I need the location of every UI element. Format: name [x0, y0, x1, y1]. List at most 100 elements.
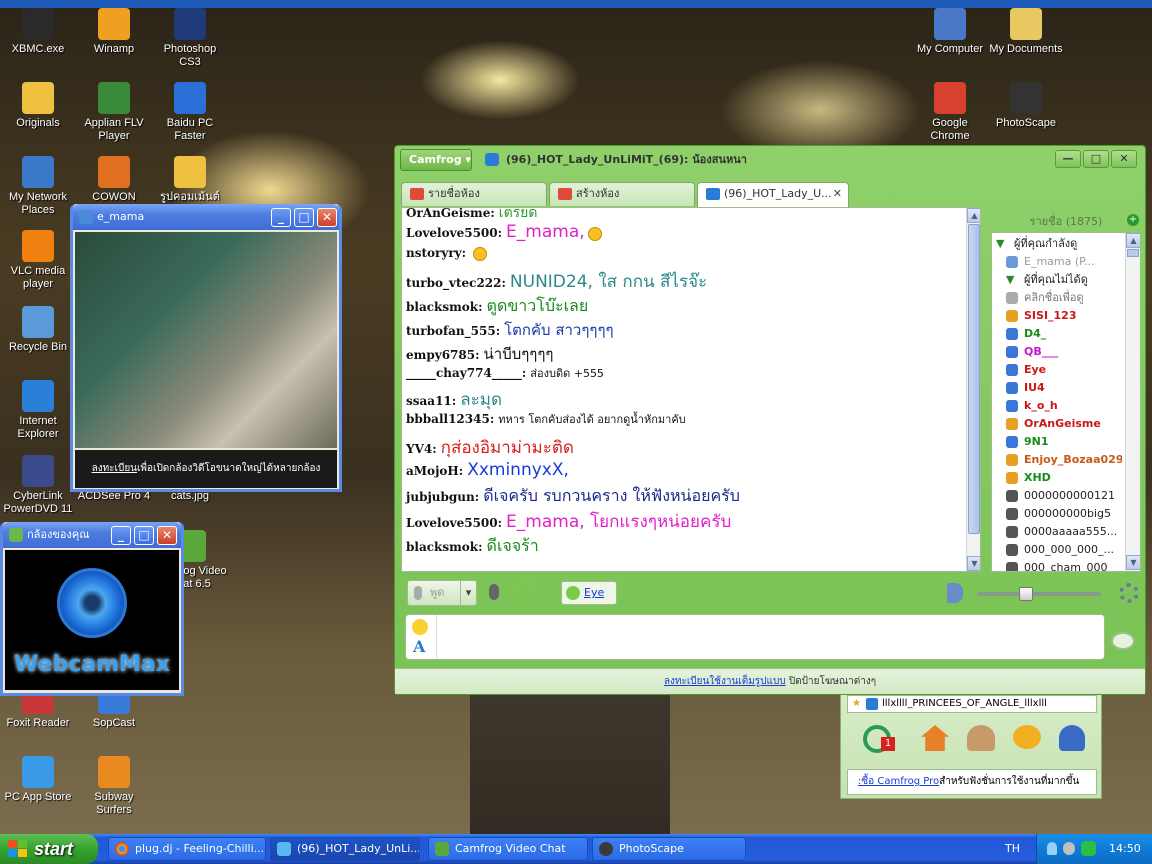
message-nick[interactable]: turbo_vtec222: [406, 276, 506, 290]
user-list-item[interactable]: OrAnGeisme [992, 415, 1122, 433]
viewing-user-button[interactable]: Eye [561, 581, 617, 605]
talk-button[interactable]: พูด ▾ [407, 580, 477, 606]
microphone-icon[interactable] [489, 584, 499, 600]
message-nick[interactable]: turbofan_555: [406, 324, 500, 338]
scroll-down-button[interactable]: ▼ [967, 556, 980, 571]
chat-scrollbar[interactable]: ▲ ▼ [966, 208, 980, 571]
chat-bubble-icon[interactable] [1013, 725, 1041, 749]
user-list-item[interactable]: k_o_h [992, 397, 1122, 415]
message-nick[interactable]: ssaa11: [406, 394, 456, 408]
desktop-icon[interactable]: My Computer [912, 8, 988, 56]
message-nick[interactable]: _____chay774_____: [406, 366, 526, 380]
speaker-icon[interactable] [947, 583, 963, 603]
close-button[interactable]: ✕ [1111, 150, 1137, 168]
people-icon[interactable] [1063, 842, 1075, 855]
user-list-item[interactable]: 000_000_000_... [992, 541, 1122, 559]
desktop-icon[interactable]: Recycle Bin [0, 306, 76, 354]
message-input[interactable]: A [405, 614, 1105, 660]
desktop-icon[interactable]: VLC media player [0, 230, 76, 291]
desktop-icon[interactable]: PC App Store [0, 756, 76, 804]
desktop-icon[interactable]: XBMC.exe [0, 8, 76, 56]
camfrog-main-window[interactable]: Camfrog ▾ (96)_HOT_Lady_UnLiMiT_(69): น้… [394, 145, 1146, 695]
font-icon[interactable]: A [413, 637, 425, 656]
task-plugdj[interactable]: plug.dj - Feeling-Chilli... [108, 837, 266, 861]
buy-pro-link[interactable]: :ซื้อ Camfrog Pro [858, 776, 939, 787]
group-watching[interactable]: ▼ ผู้ที่คุณกำลังดู [996, 235, 1126, 253]
message-nick[interactable]: blacksmok: [406, 300, 483, 314]
emoticon-icon[interactable] [412, 619, 428, 635]
register-full-link[interactable]: ลงทะเบียนใช้งานเต็มรูปแบบ [664, 676, 786, 687]
user-list-item[interactable]: 000000000big5 [992, 505, 1122, 523]
scroll-down-button[interactable]: ▼ [1126, 555, 1140, 570]
webcam-window-emama[interactable]: e_mama _ □ ✕ ลงทะเบียนเพื่อเปิดกล้องวิดี… [70, 204, 342, 492]
my-camera-titlebar[interactable]: กล้องของคุณ _ □ ✕ [3, 522, 181, 548]
user-list-scrollbar[interactable]: ▲ ▼ [1125, 233, 1140, 571]
message-nick[interactable]: YV4: [406, 442, 437, 456]
my-camera-window[interactable]: กล้องของคุณ _ □ ✕ WebcamMax [0, 522, 184, 696]
scroll-thumb[interactable] [968, 224, 980, 534]
message-textarea[interactable] [436, 615, 1104, 659]
desktop-icon[interactable]: CyberLink PowerDVD 11 [0, 455, 76, 516]
message-nick[interactable]: bbball12345: [406, 412, 494, 426]
speaker-volume-icon[interactable] [515, 582, 537, 604]
message-nick[interactable]: blacksmok: [406, 540, 483, 554]
message-nick[interactable]: empy6785: [406, 348, 480, 362]
webcam-window-titlebar[interactable]: e_mama _ □ ✕ [73, 204, 339, 230]
user-list-item[interactable]: Eye [992, 361, 1122, 379]
scroll-up-button[interactable]: ▲ [967, 208, 980, 223]
desktop-icon[interactable]: Photoshop CS3 [152, 8, 228, 69]
tab-current-room[interactable]: (96)_HOT_Lady_U... ✕ [697, 182, 849, 207]
notification-icon[interactable] [1047, 842, 1057, 855]
user-list-item[interactable]: D4_ [992, 325, 1122, 343]
desktop-icon[interactable]: My Network Places [0, 156, 76, 217]
tab-create-room[interactable]: สร้างห้อง [549, 182, 695, 206]
task-camfrog[interactable]: Camfrog Video Chat [428, 837, 588, 861]
user-list-item[interactable]: E_mama (P... [992, 253, 1122, 271]
chat-log[interactable]: OrAnGeisme: เตรียด Lovelove5500: E_mama, nst… [401, 207, 981, 572]
desktop-icon[interactable]: Google Chrome [912, 82, 988, 143]
add-user-icon[interactable]: + [1127, 214, 1139, 226]
desktop-icon[interactable]: รูปคอมเม้นต์ [152, 156, 228, 204]
user-list[interactable]: ▼ ผู้ที่คุณกำลังดู ▼ ผู้ที่คุณไม่ได้ดู E… [991, 232, 1141, 572]
send-icon[interactable] [1111, 632, 1135, 650]
user-list-item[interactable]: 9N1 [992, 433, 1122, 451]
home-icon[interactable] [921, 725, 949, 751]
line-icon[interactable] [1081, 841, 1096, 856]
tab-room-list[interactable]: รายชื่อห้อง [401, 182, 547, 206]
user-list-item[interactable]: คลิกชื่อเพื่อดู [992, 289, 1122, 307]
message-nick[interactable]: Lovelove5500: [406, 516, 502, 530]
minimize-button[interactable]: _ [271, 208, 291, 227]
task-photoscape[interactable]: PhotoScape [592, 837, 746, 861]
start-button[interactable]: start [0, 834, 98, 864]
desktop-icon[interactable]: Baidu PC Faster [152, 82, 228, 143]
register-link[interactable]: ลงทะเบียน [92, 463, 137, 474]
desktop-icon[interactable]: PhotoScape [988, 82, 1064, 130]
minimize-button[interactable]: _ [111, 526, 131, 545]
camfrog-titlebar[interactable]: Camfrog ▾ (96)_HOT_Lady_UnLiMiT_(69): น้… [395, 146, 1145, 174]
gear-icon[interactable] [1119, 583, 1139, 603]
desktop-icon[interactable]: Subway Surfers [76, 756, 152, 817]
scroll-up-button[interactable]: ▲ [1126, 233, 1140, 248]
desktop-icon[interactable]: Originals [0, 82, 76, 130]
close-button[interactable]: ✕ [317, 208, 337, 227]
maximize-button[interactable]: □ [1083, 150, 1109, 168]
contacts-icon[interactable] [967, 725, 995, 751]
close-button[interactable]: ✕ [157, 526, 177, 545]
user-list-item[interactable]: XHD [992, 469, 1122, 487]
volume-slider[interactable] [977, 587, 1101, 601]
user-list-item[interactable]: 000_cham_000 [992, 559, 1122, 571]
user-list-item[interactable]: 0000000000121 [992, 487, 1122, 505]
user-list-item[interactable]: IU4 [992, 379, 1122, 397]
user-list-item[interactable]: Enjoy_Bozaa029 [992, 451, 1122, 469]
user-list-item[interactable]: QB___ [992, 343, 1122, 361]
camfrog-menu-button[interactable]: Camfrog ▾ [400, 149, 472, 171]
room-row[interactable]: ★ lllxllll_PRINCEES_OF_ANGLE_lllxlll [847, 695, 1097, 713]
scroll-thumb[interactable] [1127, 249, 1139, 257]
maximize-button[interactable]: □ [294, 208, 314, 227]
message-nick[interactable]: jubjubgun: [406, 490, 479, 504]
minimize-button[interactable]: — [1055, 150, 1081, 168]
desktop-icon[interactable]: My Documents [988, 8, 1064, 56]
message-nick[interactable]: Lovelove5500: [406, 226, 502, 240]
volume-slider-thumb[interactable] [1019, 587, 1033, 601]
chevron-down-icon[interactable]: ▾ [460, 581, 476, 605]
